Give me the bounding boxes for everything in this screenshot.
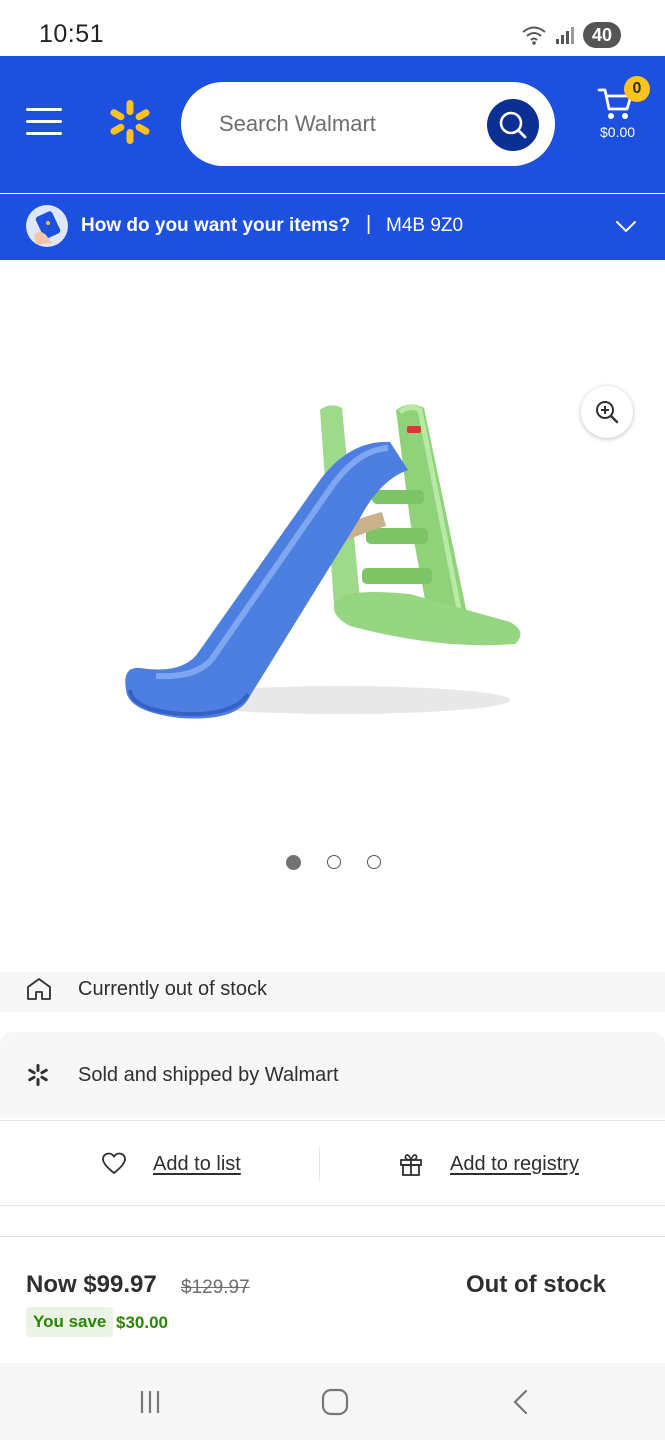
search-icon bbox=[499, 111, 527, 139]
product-actions: Add to list Add to registry bbox=[0, 1120, 665, 1206]
signal-icon bbox=[556, 27, 574, 44]
walmart-spark-icon[interactable] bbox=[106, 98, 154, 146]
status-time: 10:51 bbox=[39, 20, 105, 48]
cart-count-badge: 0 bbox=[624, 76, 650, 102]
gift-icon bbox=[400, 1154, 422, 1176]
current-price: Now $99.97 bbox=[26, 1271, 157, 1298]
gallery-dot[interactable] bbox=[286, 855, 301, 870]
chevron-down-icon bbox=[616, 221, 636, 233]
hamburger-icon[interactable] bbox=[26, 108, 64, 138]
status-icons: 40 bbox=[521, 22, 621, 48]
add-to-list-button[interactable]: Add to list bbox=[101, 1121, 241, 1207]
delivery-illustration-icon bbox=[26, 205, 68, 247]
system-nav-bar bbox=[0, 1363, 665, 1440]
recent-apps-icon bbox=[140, 1391, 160, 1413]
savings-amount: $30.00 bbox=[116, 1313, 168, 1332]
search-input[interactable] bbox=[219, 104, 479, 144]
zoom-button[interactable] bbox=[581, 386, 633, 438]
gallery-pagination bbox=[286, 855, 381, 870]
zoom-in-icon bbox=[596, 401, 619, 424]
back-icon bbox=[513, 1389, 528, 1415]
heart-icon bbox=[102, 1152, 126, 1175]
actions-divider bbox=[319, 1147, 320, 1181]
wifi-icon bbox=[522, 26, 546, 45]
stock-status-text: Currently out of stock bbox=[78, 978, 267, 1000]
delivery-separator: | bbox=[366, 213, 372, 235]
battery-indicator: 40 bbox=[583, 22, 621, 48]
price-panel: Now $99.97 $129.97 You save $30.00 Out o… bbox=[0, 1236, 665, 1363]
status-bar: 10:51 40 bbox=[0, 0, 665, 56]
store-icon bbox=[27, 978, 51, 1000]
stock-status-row: Currently out of stock bbox=[0, 972, 665, 1012]
savings-badge: You save bbox=[26, 1307, 114, 1337]
delivery-question: How do you want your items? bbox=[81, 215, 351, 236]
availability-status: Out of stock bbox=[466, 1271, 607, 1298]
seller-row: Sold and shipped by Walmart bbox=[0, 1032, 665, 1118]
cart-button[interactable]: 0 $0.00 bbox=[594, 76, 650, 148]
cart-total: $0.00 bbox=[600, 124, 636, 140]
seller-text: Sold and shipped by Walmart bbox=[78, 1064, 339, 1086]
gallery-dot[interactable] bbox=[327, 855, 341, 869]
product-gallery[interactable] bbox=[0, 260, 665, 970]
add-to-registry-label: Add to registry bbox=[450, 1152, 579, 1175]
original-price: $129.97 bbox=[181, 1277, 250, 1298]
gallery-dot[interactable] bbox=[367, 855, 381, 869]
home-button[interactable] bbox=[315, 1385, 355, 1419]
spark-icon bbox=[28, 1064, 48, 1086]
postal-code: M4B 9Z0 bbox=[386, 215, 464, 236]
add-to-list-label: Add to list bbox=[153, 1152, 241, 1175]
home-icon bbox=[321, 1388, 349, 1416]
delivery-selector[interactable]: How do you want your items? | M4B 9Z0 bbox=[0, 194, 665, 260]
product-image bbox=[125, 404, 521, 719]
app-header: 0 $0.00 bbox=[0, 56, 665, 193]
search-button[interactable] bbox=[487, 99, 539, 151]
search-box bbox=[181, 82, 555, 166]
add-to-registry-button[interactable]: Add to registry bbox=[398, 1121, 579, 1207]
back-button[interactable] bbox=[502, 1385, 542, 1419]
recent-apps-button[interactable] bbox=[130, 1385, 170, 1419]
